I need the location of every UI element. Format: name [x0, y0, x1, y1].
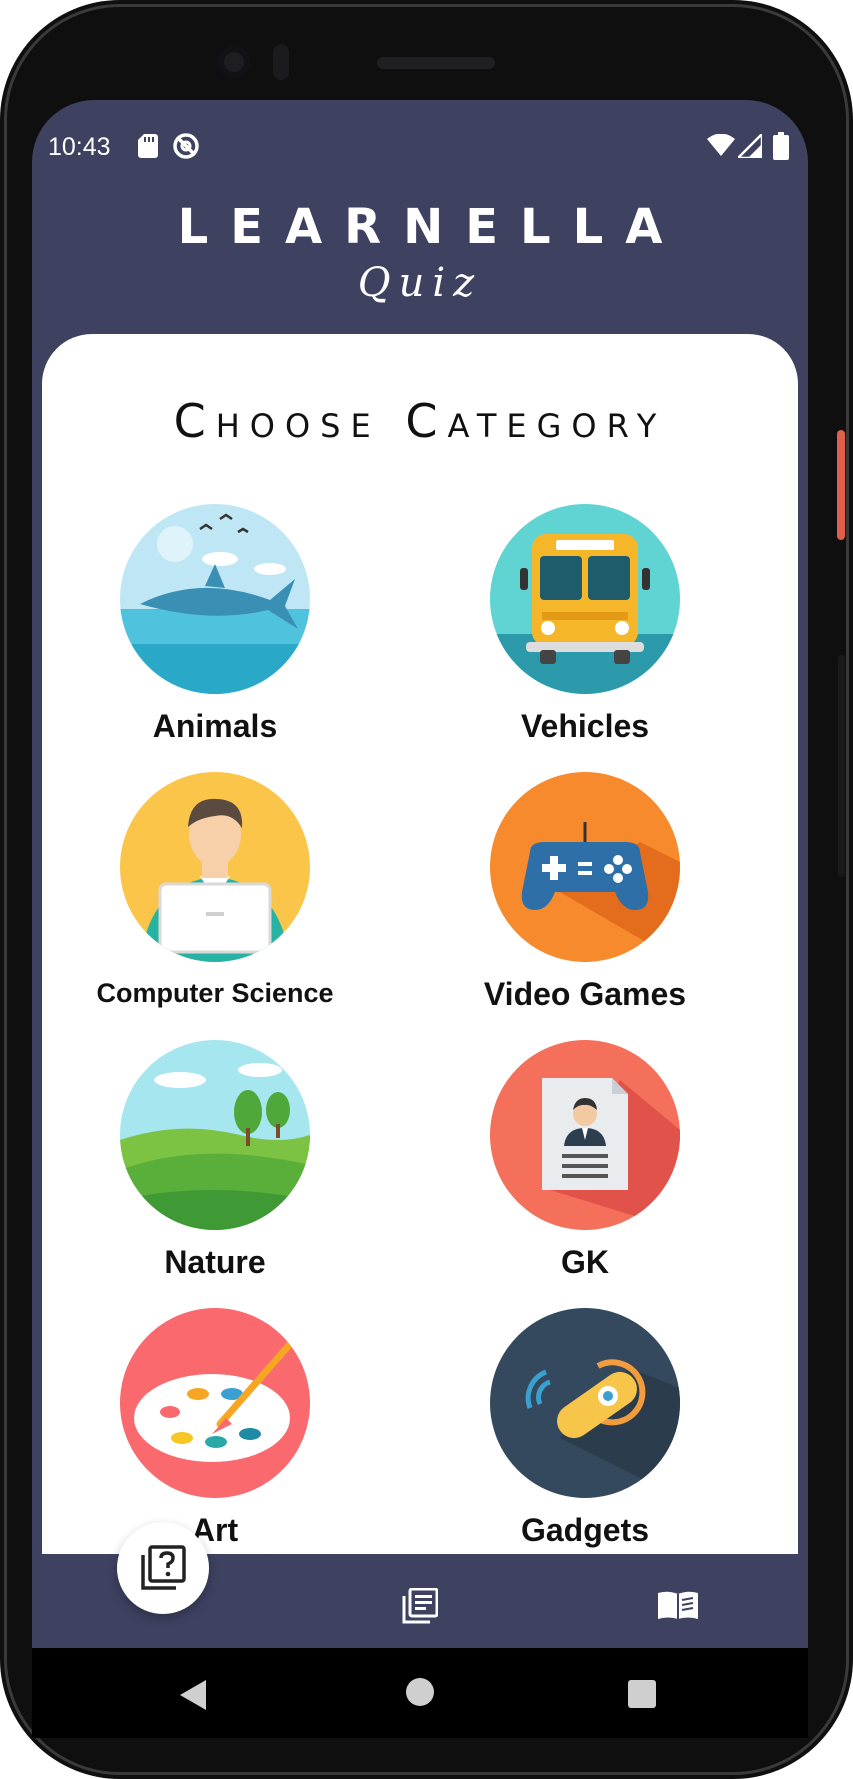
category-art[interactable]: Art: [65, 1308, 365, 1548]
nav-item-quiz[interactable]: [117, 1522, 209, 1614]
category-label: Art: [191, 1512, 239, 1548]
school-bus-icon: [490, 504, 680, 694]
bluetooth-headset-icon: [490, 1308, 680, 1498]
phone-frame: 10:43 LEARNELLA Quiz Choose Category Ani…: [0, 0, 853, 1779]
app-screen: 10:43 LEARNELLA Quiz Choose Category Ani…: [32, 100, 808, 1738]
articles-icon[interactable]: [402, 1588, 438, 1624]
wifi-icon: [707, 134, 735, 156]
sync-icon: [173, 133, 199, 159]
recent-apps-icon[interactable]: [628, 1680, 656, 1708]
system-nav-bar: [32, 1648, 808, 1738]
proximity-sensor: [273, 44, 289, 80]
gamepad-icon: [490, 772, 680, 962]
category-animals[interactable]: Animals: [65, 504, 365, 744]
landscape-icon: [120, 1040, 310, 1230]
battery-icon: [773, 132, 789, 160]
signal-icon: [738, 134, 762, 158]
category-label: GK: [561, 1244, 609, 1280]
paint-palette-icon: [120, 1308, 310, 1498]
brand-name: LEARNELLA: [177, 199, 685, 255]
category-label: Animals: [152, 708, 278, 744]
earpiece-speaker: [377, 57, 495, 69]
category-label: Nature: [164, 1244, 266, 1280]
book-icon[interactable]: [657, 1590, 699, 1620]
page-title: Choose Category: [173, 394, 667, 448]
power-button: [837, 430, 845, 540]
back-icon[interactable]: [180, 1680, 208, 1710]
category-vehicles[interactable]: Vehicles: [435, 504, 735, 744]
category-nature[interactable]: Nature: [65, 1040, 365, 1280]
brand-subtitle: Quiz: [357, 260, 483, 306]
category-label: Video Games: [483, 976, 687, 1012]
programmer-icon: [120, 772, 310, 962]
quiz-icon: [141, 1545, 186, 1590]
category-card: Choose Category Animals Vehicles Compute…: [42, 334, 798, 1554]
category-label: Gadgets: [520, 1512, 650, 1548]
sd-card-icon: [138, 134, 158, 158]
status-bar: 10:43: [32, 100, 808, 180]
home-icon[interactable]: [406, 1678, 434, 1706]
category-gk[interactable]: GK: [435, 1040, 735, 1280]
id-document-icon: [490, 1040, 680, 1230]
front-camera: [218, 46, 250, 78]
status-time: 10:43: [48, 133, 111, 161]
shark-icon: [120, 504, 310, 694]
volume-button: [838, 655, 845, 877]
category-video-games[interactable]: Video Games: [435, 772, 735, 1012]
category-gadgets[interactable]: Gadgets: [435, 1308, 735, 1548]
app-logo: LEARNELLA Quiz: [32, 200, 808, 306]
category-computer-science[interactable]: Computer Science: [65, 772, 365, 1012]
category-label: Computer Science: [96, 978, 334, 1008]
category-label: Vehicles: [520, 708, 650, 744]
